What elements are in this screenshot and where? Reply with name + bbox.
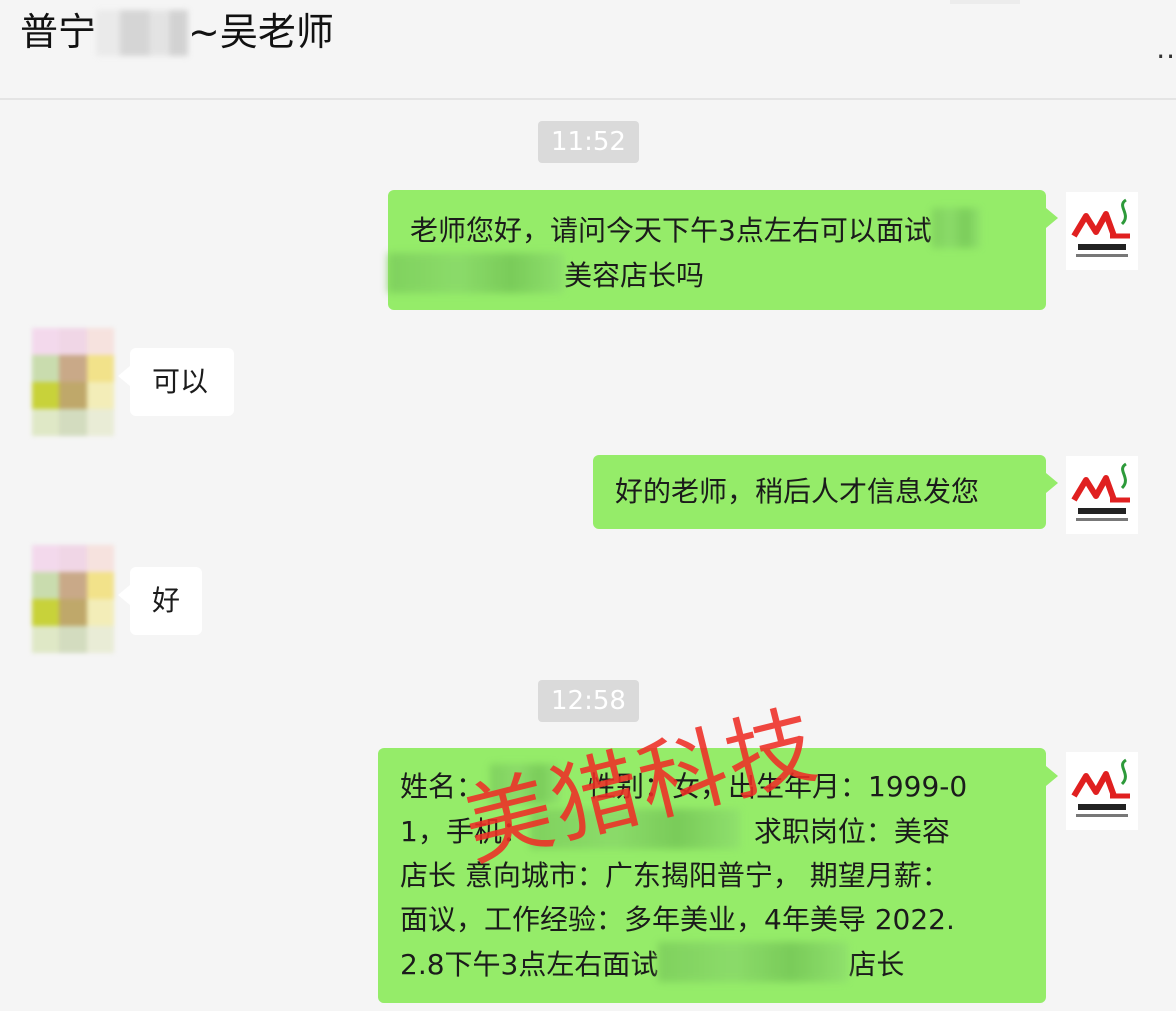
chat-title-suffix: ~吴老师	[188, 10, 334, 54]
contact-avatar[interactable]	[32, 328, 114, 436]
redacted-name	[96, 10, 189, 56]
message-text: 2.8下午3点左右面试	[400, 948, 659, 981]
message-bubble-outgoing[interactable]: 老师您好，请问今天下午3点左右可以面试 美容店长吗	[388, 190, 1058, 310]
message-text: 老师您好，请问今天下午3点左右可以面试	[410, 214, 932, 247]
message-bubble-incoming[interactable]: 好	[118, 567, 202, 635]
message-line: 2.8下午3点左右面试 店长	[400, 942, 1024, 987]
my-avatar[interactable]	[1066, 192, 1138, 270]
message-text: 美容店长吗	[564, 259, 705, 292]
meilie-logo-icon	[1066, 192, 1138, 270]
my-avatar[interactable]	[1066, 456, 1138, 534]
message-bubble-outgoing[interactable]: 好的老师，稍后人才信息发您	[593, 455, 1058, 529]
chat-title-prefix: 普宁	[20, 10, 97, 54]
top-edge-mark	[950, 0, 1020, 4]
timestamp: 12:58	[538, 680, 639, 722]
message-text: 店长	[848, 948, 905, 981]
redacted-text	[388, 253, 564, 293]
chat-header: 普宁 ~吴老师 ··	[0, 0, 1176, 100]
message-bubble-incoming[interactable]: 可以	[118, 348, 234, 416]
message-text: 求职岗位：美容	[753, 815, 950, 848]
message-line: 面议，工作经验：多年美业，4年美导 2022.	[400, 903, 955, 936]
chat-title: 普宁 ~吴老师	[20, 8, 334, 56]
meilie-logo-icon	[1066, 456, 1138, 534]
timestamp: 11:52	[538, 121, 639, 163]
contact-avatar[interactable]	[32, 545, 114, 653]
more-dots-icon[interactable]: ··	[1156, 40, 1176, 73]
redacted-text	[658, 942, 849, 982]
message-line: 美容店长吗	[388, 253, 1024, 298]
my-avatar[interactable]	[1066, 752, 1138, 830]
redacted-text	[931, 208, 980, 248]
meilie-logo-icon	[1066, 752, 1138, 830]
message-line: 老师您好，请问今天下午3点左右可以面试	[410, 208, 1024, 253]
